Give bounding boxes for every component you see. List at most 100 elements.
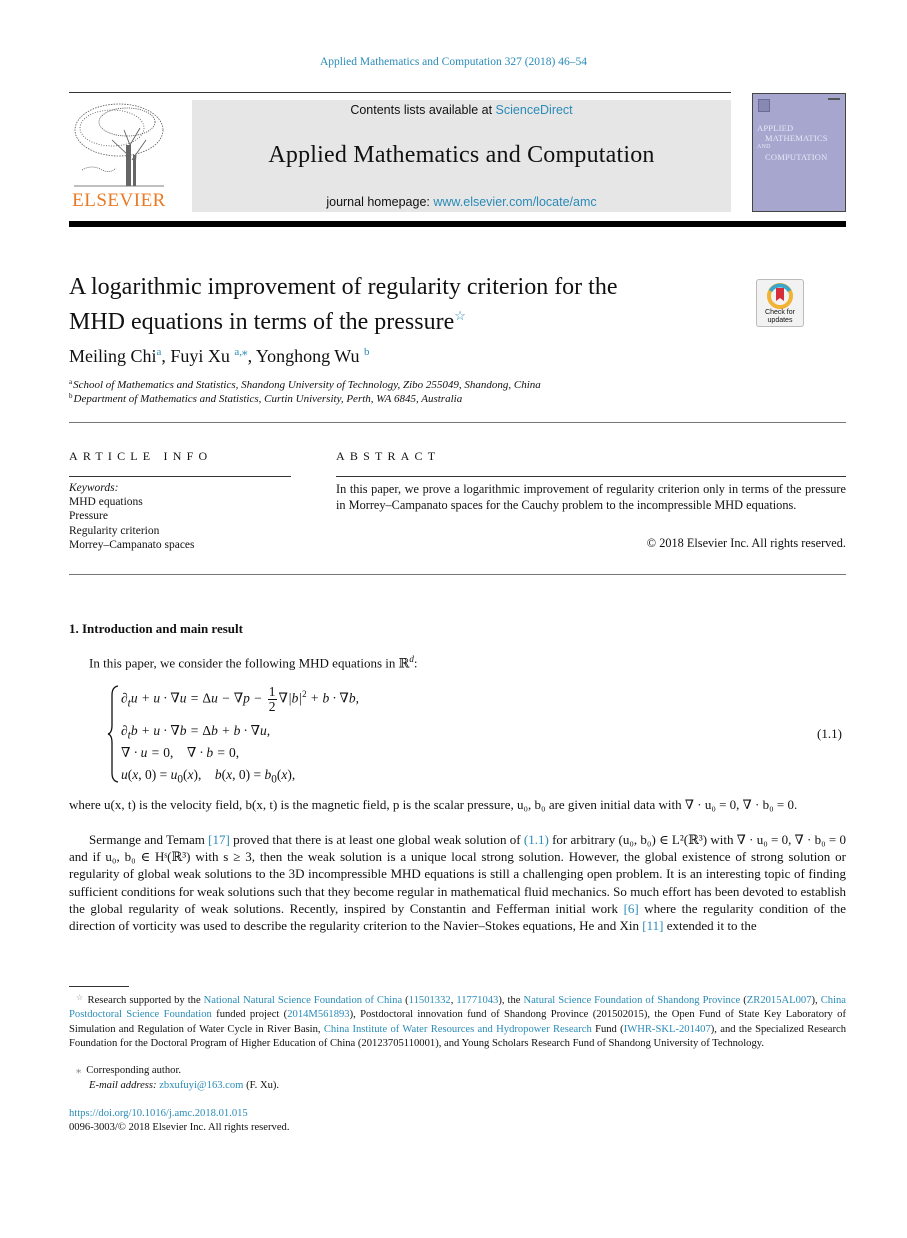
check-updates-label: Check for updates bbox=[757, 309, 803, 324]
mhd-equation-system: ∂tu + u · ∇u = Δu − ∇p − 1 2 ∇|b|2 + b · ∇… bbox=[107, 683, 847, 788]
funding-link[interactable]: IWHR-SKL-201407 bbox=[624, 1024, 711, 1035]
funding-link[interactable]: Natural Science Foundation of Shandong P… bbox=[523, 995, 740, 1006]
check-updates-line: updates bbox=[767, 316, 793, 324]
divider bbox=[69, 476, 291, 477]
funding-link[interactable]: 11501332 bbox=[409, 995, 451, 1006]
title-line: A logarithmic improvement of regularity … bbox=[69, 274, 618, 300]
intro-text: In this paper, we consider the following… bbox=[89, 655, 410, 671]
author-affiliation-mark[interactable]: a,⁎ bbox=[234, 346, 247, 358]
title-line: MHD equations in terms of the pressure bbox=[69, 308, 455, 335]
section-heading: 1. Introduction and main result bbox=[69, 621, 243, 636]
author-name[interactable]: Meiling Chi bbox=[69, 346, 157, 366]
keyword: Pressure bbox=[69, 510, 108, 523]
keyword: Regularity criterion bbox=[69, 524, 160, 537]
paragraph: where u(x, t) is the velocity field, b(x… bbox=[69, 797, 798, 812]
cover-logo-icon bbox=[758, 99, 770, 112]
divider bbox=[69, 422, 846, 423]
article-info-heading: ARTICLE INFO bbox=[69, 449, 213, 463]
corresponding-author-note: ⁎ Corresponding author. bbox=[76, 1064, 181, 1076]
funding-text-segment: ), the bbox=[498, 995, 524, 1006]
cover-line: COMPUTATION bbox=[765, 151, 828, 162]
affiliation: aSchool of Mathematics and Statistics, S… bbox=[69, 378, 541, 391]
intro-end: : bbox=[413, 655, 418, 671]
author-name[interactable]: Fuyi Xu bbox=[170, 346, 230, 366]
cover-code bbox=[828, 98, 840, 100]
email-suffix: (F. Xu). bbox=[243, 1080, 280, 1091]
funding-text-segment: Fund ( bbox=[591, 1023, 624, 1035]
funding-footnote: ☆ Research supported by the National Natu… bbox=[69, 991, 846, 1051]
citation-link[interactable]: [17] bbox=[208, 832, 230, 847]
header-rule-thick bbox=[69, 221, 846, 227]
journal-banner: Contents lists available at ScienceDirec… bbox=[192, 100, 731, 212]
keywords-list: Keywords: MHD equations Pressure Regular… bbox=[69, 481, 195, 552]
check-for-updates-button[interactable]: Check for updates bbox=[756, 279, 804, 327]
email-note: E-mail address: zbxufuyi@163.com (F. Xu)… bbox=[89, 1080, 279, 1091]
funding-text-segment: Research supported by the bbox=[87, 995, 204, 1006]
funding-link[interactable]: China Institute of Water Resources and H… bbox=[324, 1024, 592, 1035]
footnote-star-mark: ☆ bbox=[76, 993, 84, 1002]
journal-title: Applied Mathematics and Computation bbox=[268, 142, 655, 168]
paragraph-text: extended it to the bbox=[663, 918, 757, 934]
doi-link[interactable]: https://doi.org/10.1016/j.amc.2018.01.01… bbox=[69, 1108, 248, 1119]
divider bbox=[69, 574, 846, 575]
contents-prefix: Contents lists available at bbox=[350, 103, 496, 117]
email-link[interactable]: zbxufuyi@163.com bbox=[159, 1080, 243, 1091]
abstract-heading: ABSTRACT bbox=[336, 449, 441, 463]
citation-link[interactable]: [6] bbox=[624, 901, 639, 916]
cover-title: APPLIED MATHEMATICS AND COMPUTATION bbox=[757, 123, 828, 162]
elsevier-tree-icon bbox=[74, 103, 164, 187]
left-brace-icon bbox=[107, 685, 119, 783]
article-title: A logarithmic improvement of regularity … bbox=[69, 273, 739, 336]
keywords-label: Keywords: bbox=[69, 482, 119, 494]
author-list: Meiling Chia, Fuyi Xu a,⁎, Yonghong Wu b bbox=[69, 346, 370, 366]
paragraph-text: proved that there is at least one global… bbox=[229, 832, 524, 847]
homepage-prefix: journal homepage: bbox=[326, 195, 434, 209]
author-affiliation-mark[interactable]: b bbox=[364, 346, 370, 358]
equation-row: u(x, 0) = u0(x), b(x, 0) = b0(x), bbox=[121, 767, 296, 786]
affiliation: bDepartment of Mathematics and Statistic… bbox=[69, 392, 462, 405]
elsevier-wordmark: ELSEVIER bbox=[72, 190, 166, 211]
header-rule bbox=[69, 92, 731, 93]
check-updates-line: Check for bbox=[765, 309, 795, 316]
affiliation-text: School of Mathematics and Statistics, Sh… bbox=[73, 379, 541, 391]
equation-row: ∇ · u = 0, ∇ · b = 0, bbox=[121, 745, 240, 760]
funding-link[interactable]: National Natural Science Foundation of C… bbox=[204, 995, 403, 1006]
corresponding-text: Corresponding author. bbox=[86, 1065, 182, 1076]
elsevier-logo[interactable]: ELSEVIER bbox=[69, 100, 169, 212]
footnote-rule bbox=[69, 986, 129, 987]
paragraph: Sermange and Temam [17] proved that ther… bbox=[69, 831, 846, 934]
affiliation-mark: b bbox=[69, 392, 73, 400]
equation-row: ∂tu + u · ∇u = Δu − ∇p − 1 2 ∇|b|2 + b · ∇… bbox=[121, 684, 359, 714]
homepage-line: journal homepage: www.elsevier.com/locat… bbox=[192, 195, 731, 209]
crossmark-icon bbox=[767, 283, 793, 309]
funding-link[interactable]: ZR2015AL007 bbox=[747, 995, 812, 1006]
contents-line: Contents lists available at ScienceDirec… bbox=[192, 103, 731, 117]
equation-number: (1.1) bbox=[817, 726, 842, 741]
funding-text-segment: ), bbox=[811, 995, 821, 1006]
divider bbox=[336, 476, 846, 477]
citation-link[interactable]: [11] bbox=[642, 918, 663, 933]
homepage-link[interactable]: www.elsevier.com/locate/amc bbox=[433, 195, 596, 209]
equation-row: ∂tb + u · ∇b = Δb + b · ∇u, bbox=[121, 723, 271, 742]
intro-sentence: In this paper, we consider the following… bbox=[89, 654, 418, 671]
affiliation-mark: a bbox=[69, 378, 73, 386]
corresponding-mark: ⁎ bbox=[76, 1065, 82, 1076]
paragraph-text: Sermange and Temam bbox=[89, 832, 209, 847]
funding-text: Research supported by the National Natur… bbox=[69, 995, 846, 1049]
funding-star-link[interactable]: ☆ bbox=[454, 308, 466, 323]
sciencedirect-link[interactable]: ScienceDirect bbox=[496, 103, 573, 117]
equation-link[interactable]: (1.1) bbox=[524, 832, 549, 847]
funding-link[interactable]: 2014M561893 bbox=[287, 1009, 349, 1020]
keyword: Morrey–Campanato spaces bbox=[69, 538, 195, 551]
running-head[interactable]: Applied Mathematics and Computation 327 … bbox=[0, 56, 907, 68]
author-affiliation-mark[interactable]: a bbox=[157, 346, 162, 358]
funding-text-segment: funded project ( bbox=[211, 1009, 288, 1021]
author-name[interactable]: Yonghong Wu bbox=[256, 346, 360, 366]
keyword: MHD equations bbox=[69, 496, 143, 509]
journal-cover[interactable]: APPLIED MATHEMATICS AND COMPUTATION bbox=[752, 93, 846, 212]
email-label: E-mail address: bbox=[89, 1080, 160, 1091]
funding-link[interactable]: 11771043 bbox=[456, 995, 498, 1006]
cover-line: MATHEMATICS bbox=[765, 132, 828, 143]
abstract-text: In this paper, we prove a logarithmic im… bbox=[336, 482, 846, 512]
issn-copyright: 0096-3003/© 2018 Elsevier Inc. All right… bbox=[69, 1122, 290, 1133]
